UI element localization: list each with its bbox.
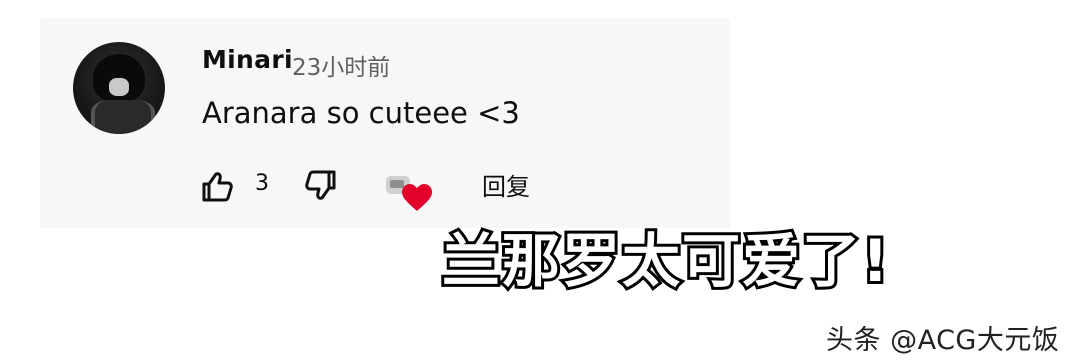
watermark: 头条 @ACG大元饭 — [826, 325, 1060, 356]
dislike-button[interactable] — [302, 166, 342, 206]
comment-time[interactable]: 23小时前 — [292, 48, 390, 82]
comment-text: Aranara so cuteee <3 — [202, 96, 520, 130]
thumb-up-icon — [202, 172, 233, 202]
avatar-face — [109, 78, 129, 96]
like-count: 3 — [255, 171, 269, 196]
creator-heart-icon — [386, 176, 432, 211]
reply-button[interactable]: 回复 — [482, 167, 530, 202]
avatar-body — [91, 100, 155, 134]
thumb-down-icon — [305, 170, 336, 200]
creator-heart[interactable] — [382, 168, 432, 214]
like-button[interactable] — [196, 166, 236, 206]
comment-author[interactable]: Minari — [202, 45, 293, 74]
caption-overlay: 兰那罗太可爱了! — [439, 227, 891, 295]
avatar[interactable] — [73, 42, 165, 134]
screenshot-page: Minari 23小时前 Aranara so cuteee <3 3 回复 兰… — [0, 0, 1074, 364]
